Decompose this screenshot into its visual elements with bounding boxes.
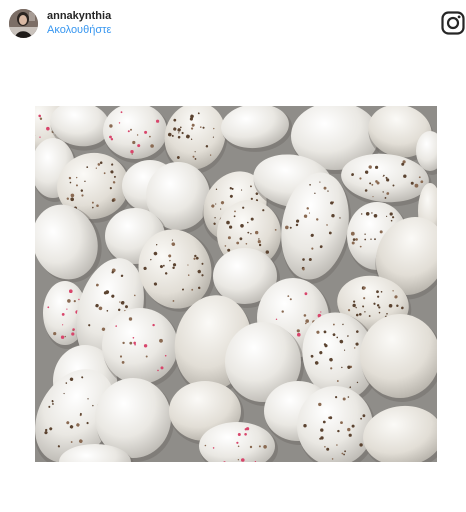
avatar-image xyxy=(9,9,38,38)
profile-avatar[interactable] xyxy=(9,9,38,38)
post-photo[interactable] xyxy=(35,106,437,462)
follow-link[interactable]: Ακολουθήστε xyxy=(47,24,111,37)
instagram-embed-card: annakynthia Ακολουθήστε xyxy=(0,0,466,512)
username-link[interactable]: annakynthia xyxy=(47,10,111,23)
speckled-candy-eggs-photo xyxy=(35,106,437,462)
instagram-icon[interactable] xyxy=(441,11,465,35)
post-header: annakynthia Ακολουθήστε xyxy=(0,0,466,46)
